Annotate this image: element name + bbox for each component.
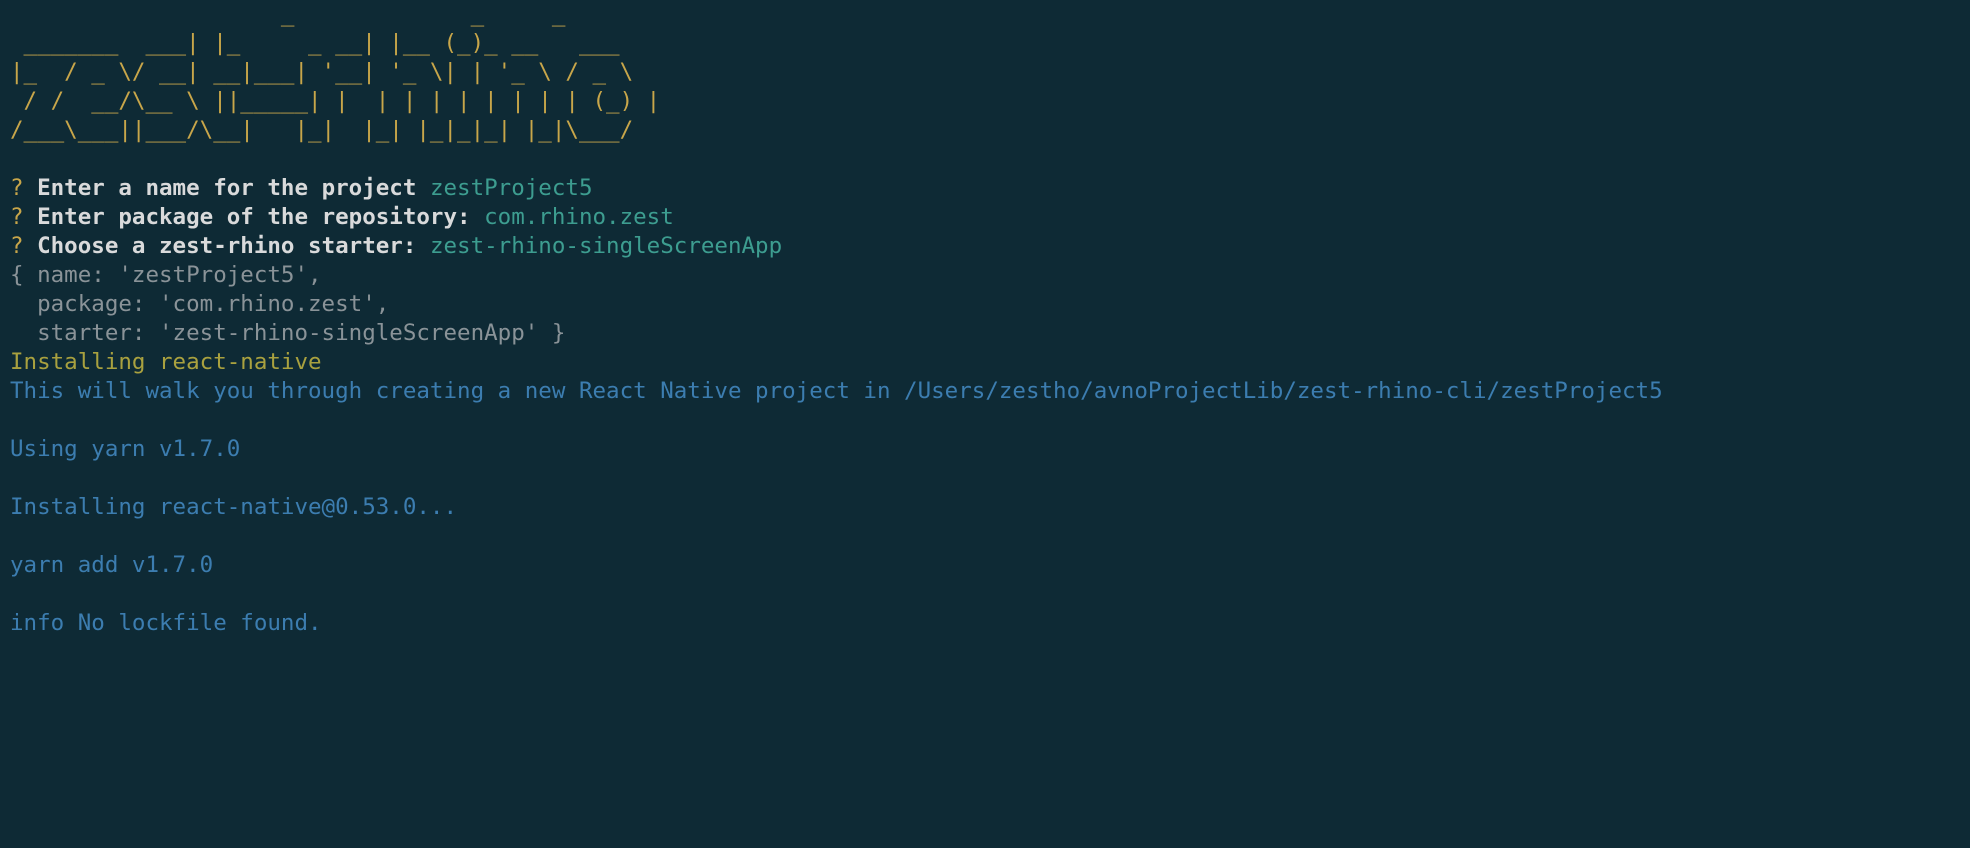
- prompt-project-name: Enter a name for the project: [37, 175, 416, 201]
- log-installing-rn: Installing react-native@0.53.0...: [10, 494, 457, 520]
- log-installing: Installing react-native: [10, 349, 322, 375]
- object-dump-line: starter: 'zest-rhino-singleScreenApp' }: [10, 320, 565, 346]
- prompt-marker: ?: [10, 175, 24, 201]
- terminal-output[interactable]: _ _ _ _______ ___| |_ _ __| |__ (_)_ __ …: [0, 0, 1970, 648]
- ascii-art-line: |_ / _ \/ __| __|___| '__| '_ \| | '_ \ …: [10, 59, 647, 85]
- object-dump-line: { name: 'zestProject5',: [10, 262, 322, 288]
- ascii-art-line: _______ ___| |_ _ __| |__ (_)_ __ ___: [10, 30, 647, 56]
- prompt-marker: ?: [10, 233, 24, 259]
- answer-package: com.rhino.zest: [484, 204, 674, 230]
- prompt-package: Enter package of the repository:: [37, 204, 470, 230]
- answer-starter: zest-rhino-singleScreenApp: [430, 233, 782, 259]
- ascii-art-line: /___\___||___/\__| |_| |_| |_|_|_| |_|\_…: [10, 117, 647, 143]
- prompt-starter: Choose a zest-rhino starter:: [37, 233, 416, 259]
- prompt-marker: ?: [10, 204, 24, 230]
- log-using-yarn: Using yarn v1.7.0: [10, 436, 240, 462]
- log-no-lockfile: info No lockfile found.: [10, 610, 322, 636]
- object-dump-line: package: 'com.rhino.zest',: [10, 291, 389, 317]
- log-walkthrough: This will walk you through creating a ne…: [10, 378, 1663, 404]
- log-yarn-add: yarn add v1.7.0: [10, 552, 213, 578]
- ascii-art-line: / / __/\__ \ ||_____| | | | | | | | | | …: [10, 88, 660, 114]
- ascii-art-line: _ _ _: [10, 1, 796, 27]
- answer-project-name: zestProject5: [430, 175, 593, 201]
